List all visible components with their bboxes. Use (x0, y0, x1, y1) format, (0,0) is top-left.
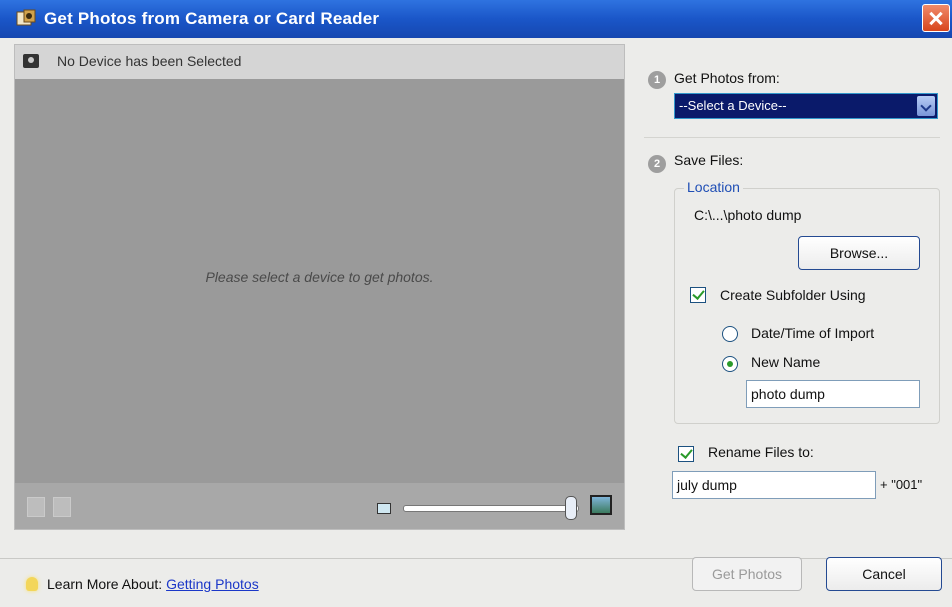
new-name-label: New Name (751, 354, 821, 370)
preview-toolbar (15, 483, 624, 529)
rename-files-checkbox[interactable] (678, 446, 694, 462)
small-thumbnail-icon[interactable] (377, 503, 391, 514)
location-legend: Location (684, 179, 743, 195)
cancel-button[interactable]: Cancel (826, 557, 942, 591)
rotate-right-icon[interactable] (53, 497, 71, 517)
chevron-down-icon[interactable] (917, 96, 935, 116)
window-title: Get Photos from Camera or Card Reader (44, 9, 380, 28)
footer-bar: Learn More About: Getting Photos Get Pho… (0, 557, 952, 607)
get-photos-from-label: Get Photos from: (674, 70, 780, 86)
date-time-radio[interactable] (722, 326, 738, 342)
device-select[interactable]: --Select a Device-- (674, 93, 938, 119)
device-select-value: --Select a Device-- (679, 98, 787, 113)
getting-photos-link[interactable]: Getting Photos (166, 576, 259, 592)
footer-divider (0, 558, 952, 559)
learn-more-label: Learn More About: (47, 576, 163, 592)
camera-app-icon (16, 9, 36, 26)
save-files-label: Save Files: (674, 152, 744, 168)
get-photos-button[interactable]: Get Photos (692, 557, 802, 591)
close-icon[interactable] (922, 4, 950, 32)
title-bar: Get Photos from Camera or Card Reader (0, 0, 952, 38)
divider (644, 137, 940, 138)
rotate-left-icon[interactable] (27, 497, 45, 517)
date-time-label: Date/Time of Import (751, 325, 875, 341)
large-thumbnail-icon[interactable] (590, 495, 612, 515)
device-status-bar: No Device has been Selected (15, 45, 624, 79)
create-subfolder-checkbox[interactable] (690, 287, 706, 303)
step-1-badge: 1 (648, 71, 666, 89)
thumbnail-size-slider[interactable] (403, 505, 579, 512)
rename-suffix: + "001" (880, 477, 923, 492)
rename-files-input[interactable]: july dump (672, 471, 876, 499)
preview-pane: No Device has been Selected Please selec… (14, 44, 625, 530)
create-subfolder-label: Create Subfolder Using (720, 287, 866, 303)
settings-pane: 1 Get Photos from: --Select a Device-- 2… (626, 38, 952, 558)
save-path: C:\...\photo dump (694, 207, 802, 223)
new-name-radio[interactable] (722, 356, 738, 372)
subfolder-name-input[interactable]: photo dump (746, 380, 920, 408)
lightbulb-icon (26, 577, 38, 591)
learn-more: Learn More About: Getting Photos (47, 576, 259, 592)
step-2-badge: 2 (648, 155, 666, 173)
rename-files-label: Rename Files to: (708, 444, 814, 460)
device-status-label: No Device has been Selected (57, 53, 242, 69)
camera-icon (23, 54, 39, 68)
slider-handle[interactable] (565, 496, 577, 520)
preview-placeholder: Please select a device to get photos. (205, 269, 434, 285)
browse-button[interactable]: Browse... (798, 236, 920, 270)
